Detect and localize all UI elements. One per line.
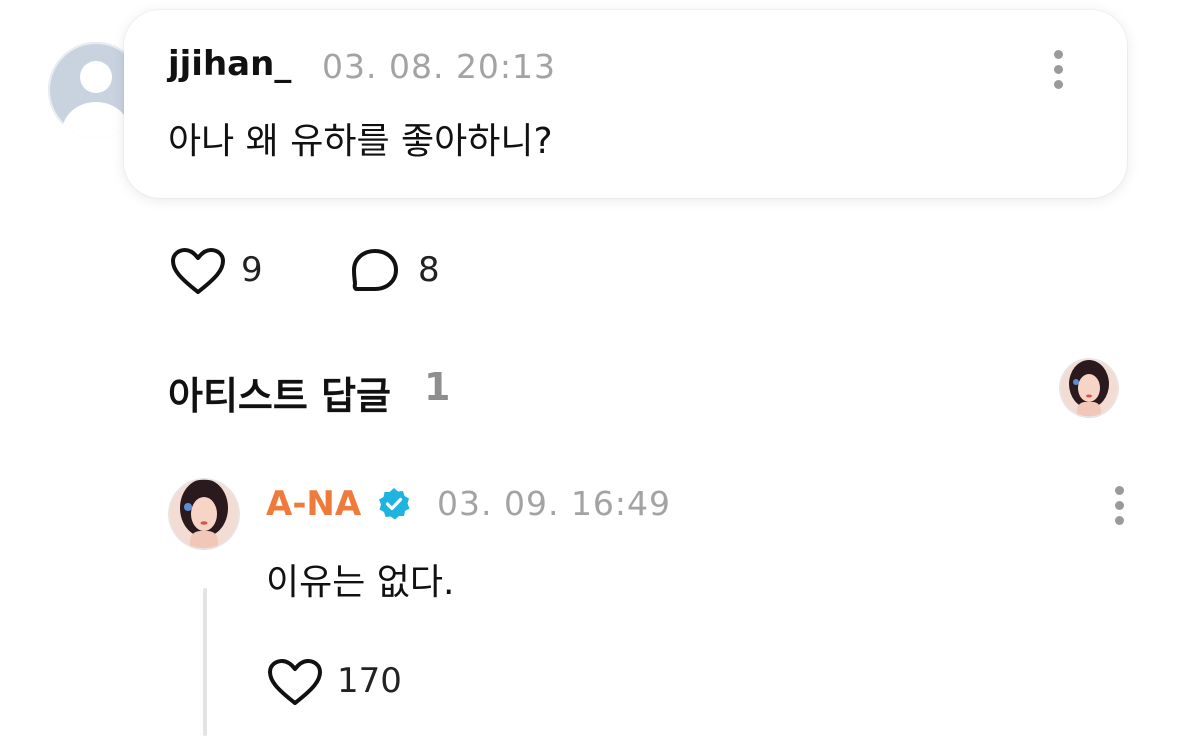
more-vertical-icon[interactable] (1054, 50, 1064, 90)
artist-replies-count: 1 (424, 365, 451, 409)
heart-icon[interactable] (170, 248, 226, 296)
heart-icon[interactable] (267, 659, 323, 707)
reply-text: 이유는 없다. (266, 562, 455, 603)
artist-replies-title: 아티스트 답글 (168, 374, 391, 418)
reply-bubble-icon[interactable] (351, 248, 401, 294)
artist-avatar-small[interactable] (1059, 358, 1119, 418)
verified-badge-icon (379, 488, 410, 520)
thread-line (203, 588, 207, 736)
comment-timestamp: 03. 08. 20:13 (322, 47, 557, 86)
artist-username[interactable]: A-NA (266, 484, 361, 524)
more-vertical-icon[interactable] (1115, 486, 1125, 526)
reply-count: 8 (418, 250, 440, 290)
comment-text: 아나 왜 유하를 좋아하니? (168, 121, 553, 162)
reply-like-count: 170 (337, 661, 402, 701)
comment-username[interactable]: jjihan_ (168, 44, 291, 84)
like-count: 9 (241, 250, 263, 290)
comment-thread-page: jjihan_ 03. 08. 20:13 아나 왜 유하를 좋아하니? 9 8… (0, 0, 1179, 736)
artist-avatar[interactable] (168, 478, 240, 550)
reply-timestamp: 03. 09. 16:49 (437, 484, 672, 523)
comment-bubble (124, 10, 1127, 198)
